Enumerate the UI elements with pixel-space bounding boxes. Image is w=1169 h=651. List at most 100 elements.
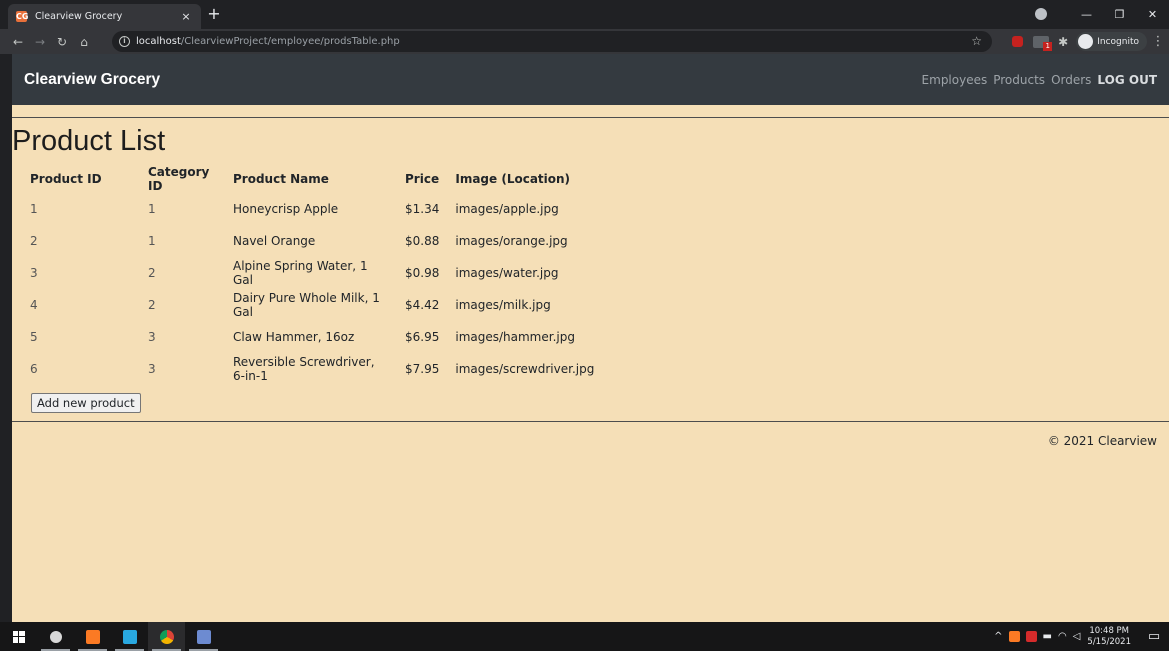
tab-title: Clearview Grocery [35, 11, 123, 22]
cell-product-id: 2 [30, 234, 38, 248]
page-title: Product List [12, 125, 166, 157]
column-header-product-id: Product ID [30, 172, 102, 186]
forward-arrow-icon[interactable]: → [29, 35, 51, 49]
incognito-label: Incognito [1097, 36, 1139, 47]
cell-product-id: 5 [30, 330, 38, 344]
cell-category-id: 1 [148, 202, 156, 216]
browser-menu-icon[interactable]: ⋮ [1147, 34, 1169, 49]
taskbar-clock[interactable]: 10:48 PM 5/15/2021 [1087, 626, 1131, 648]
nav-link-orders[interactable]: Orders [1051, 73, 1091, 87]
browser-tabstrip: CG Clearview Grocery × + — ❐ ✕ [0, 0, 1169, 29]
cell-product-name: Honeycrisp Apple [233, 202, 339, 216]
browser-tab[interactable]: CG Clearview Grocery × [8, 4, 201, 29]
taskbar-app-notepad[interactable] [111, 622, 148, 651]
table-row: 3 2 Alpine Spring Water, 1 Gal $0.98 ima… [22, 257, 602, 289]
editor-app-icon [196, 629, 211, 644]
notepad-icon [122, 629, 137, 644]
cell-product-id: 4 [30, 298, 38, 312]
site-brand[interactable]: Clearview Grocery [24, 71, 160, 89]
site-navbar: Clearview Grocery Employees Products Ord… [12, 54, 1169, 105]
fox-app-icon [49, 630, 62, 643]
cell-image-location: images/orange.jpg [455, 234, 568, 248]
new-tab-button[interactable]: + [205, 4, 223, 24]
xampp-icon [85, 629, 100, 644]
taskbar-app-fox[interactable] [37, 622, 74, 651]
cell-image-location: images/hammer.jpg [455, 330, 575, 344]
windows-logo-icon [12, 630, 25, 643]
cell-category-id: 1 [148, 234, 156, 248]
nav-links: Employees Products Orders LOG OUT [922, 73, 1157, 87]
window-controls: — ❐ ✕ [1070, 0, 1169, 29]
url-text[interactable]: localhost/ClearviewProject/employee/prod… [136, 36, 400, 47]
profile-icon[interactable] [1035, 8, 1047, 20]
cell-product-name: Alpine Spring Water, 1 Gal [233, 259, 368, 287]
url-path: /ClearviewProject/employee/prodsTable.ph… [180, 36, 400, 47]
nav-link-products[interactable]: Products [993, 73, 1045, 87]
cell-product-name: Claw Hammer, 16oz [233, 330, 355, 344]
cell-category-id: 2 [148, 266, 156, 280]
cell-product-id: 6 [30, 362, 38, 376]
cell-image-location: images/water.jpg [455, 266, 559, 280]
cell-image-location: images/milk.jpg [455, 298, 551, 312]
nav-link-logout[interactable]: LOG OUT [1097, 73, 1157, 87]
browser-toolbar: ← → ↻ ⌂ i localhost/ClearviewProject/emp… [0, 29, 1169, 54]
home-icon[interactable]: ⌂ [73, 35, 95, 49]
tab-close-icon[interactable]: × [179, 10, 193, 23]
start-button[interactable] [0, 622, 37, 651]
table-row: 5 3 Claw Hammer, 16oz $6.95 images/hamme… [22, 321, 602, 353]
chrome-icon [159, 629, 174, 644]
taskbar-app-editor[interactable] [185, 622, 222, 651]
back-arrow-icon[interactable]: ← [7, 35, 29, 49]
ublock-extension-icon[interactable] [1012, 36, 1024, 47]
cell-image-location: images/screwdriver.jpg [455, 362, 595, 376]
cell-price: $6.95 [405, 330, 440, 344]
minimize-icon[interactable]: — [1070, 8, 1103, 21]
close-window-icon[interactable]: ✕ [1136, 8, 1169, 21]
add-new-product-button[interactable]: Add new product [31, 393, 141, 413]
address-bar[interactable]: i localhost/ClearviewProject/employee/pr… [112, 31, 992, 52]
cell-product-name: Reversible Screwdriver, 6-in-1 [233, 355, 375, 383]
cell-price: $0.98 [405, 266, 440, 280]
cell-product-name: Dairy Pure Whole Milk, 1 Gal [233, 291, 380, 319]
incognito-icon [1078, 34, 1094, 49]
maximize-icon[interactable]: ❐ [1103, 8, 1136, 21]
column-header-category-id: Category ID [148, 165, 210, 193]
reload-icon[interactable]: ↻ [51, 35, 73, 49]
tray-xampp-icon[interactable] [1008, 631, 1020, 642]
tray-b-icon[interactable] [1025, 631, 1037, 642]
table-row: 6 3 Reversible Screwdriver, 6-in-1 $7.95… [22, 353, 602, 385]
column-header-product-name: Product Name [233, 172, 329, 186]
footer-divider [12, 421, 1169, 422]
cell-price: $1.34 [405, 202, 440, 216]
volume-icon[interactable]: ◁ [1073, 631, 1081, 642]
tray-chevron-up-icon[interactable]: ^ [994, 631, 1002, 642]
url-host: localhost [136, 36, 181, 47]
nav-link-employees[interactable]: Employees [922, 73, 988, 87]
table-row: 1 1 Honeycrisp Apple $1.34 images/apple.… [22, 193, 602, 225]
clock-time: 10:48 PM [1089, 625, 1130, 636]
wifi-icon[interactable]: ◠ [1058, 631, 1067, 642]
system-tray: ^ ▬ ◠ ◁ 10:48 PM 5/15/2021 ▭ [991, 622, 1169, 651]
cell-price: $4.42 [405, 298, 440, 312]
extension-badge-icon[interactable] [1033, 35, 1053, 51]
cell-product-name: Navel Orange [233, 234, 316, 248]
cell-price: $7.95 [405, 362, 440, 376]
column-header-image-location: Image (Location) [455, 172, 571, 186]
cell-product-id: 1 [30, 202, 38, 216]
windows-taskbar: ^ ▬ ◠ ◁ 10:48 PM 5/15/2021 ▭ [0, 622, 1169, 651]
cell-product-id: 3 [30, 266, 38, 280]
table-row: 2 1 Navel Orange $0.88 images/orange.jpg [22, 225, 602, 257]
taskbar-app-chrome[interactable] [148, 622, 185, 651]
site-info-icon[interactable]: i [119, 36, 130, 47]
extensions-puzzle-icon[interactable]: ✱ [1058, 35, 1068, 49]
cell-category-id: 2 [148, 298, 156, 312]
taskbar-app-xampp[interactable] [74, 622, 111, 651]
notifications-icon[interactable]: ▭ [1139, 629, 1169, 644]
tray-battery-icon[interactable]: ▬ [1043, 631, 1052, 642]
bookmark-star-icon[interactable]: ☆ [971, 34, 982, 48]
incognito-badge[interactable]: Incognito [1076, 32, 1147, 51]
cell-image-location: images/apple.jpg [455, 202, 559, 216]
header-divider [12, 117, 1169, 118]
cell-category-id: 3 [148, 330, 156, 344]
page-viewport: Clearview Grocery Employees Products Ord… [12, 54, 1169, 622]
